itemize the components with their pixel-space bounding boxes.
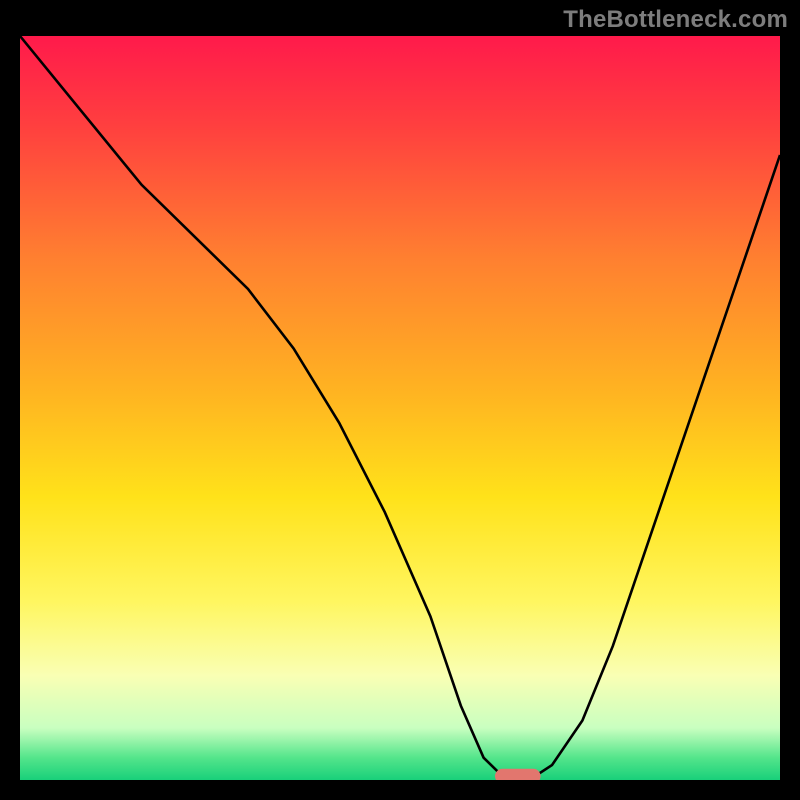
watermark-text: TheBottleneck.com: [563, 6, 788, 34]
chart-frame: TheBottleneck.com: [0, 0, 800, 800]
gradient-background: [20, 36, 780, 780]
optimal-zone-marker: [495, 769, 541, 780]
plot-svg: [20, 36, 780, 780]
plot-area: [20, 36, 780, 780]
